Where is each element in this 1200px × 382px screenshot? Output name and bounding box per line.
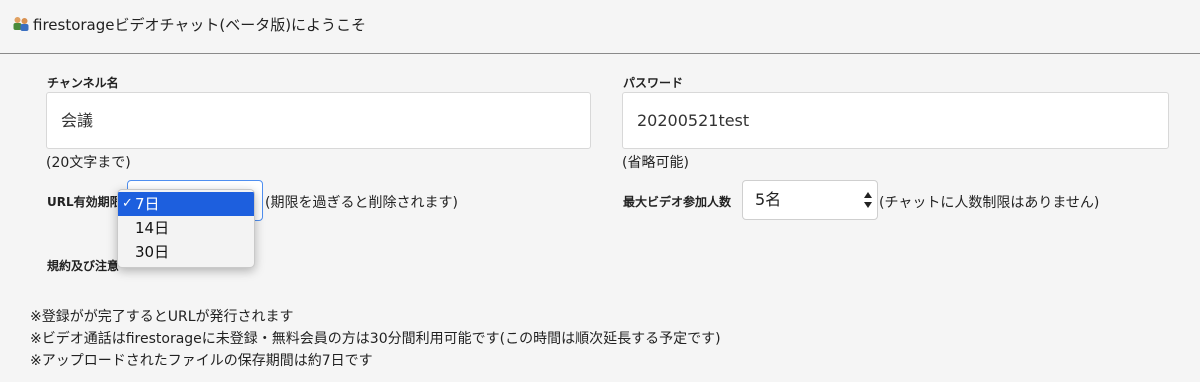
max-participants-label: 最大ビデオ参加人数 xyxy=(623,195,732,209)
dropdown-option-30[interactable]: 30日 xyxy=(118,240,254,264)
dropdown-option-7[interactable]: ✓ 7日 xyxy=(118,192,254,216)
password-hint: (省略可能) xyxy=(622,155,689,171)
dropdown-option-label: 7日 xyxy=(135,195,160,213)
max-participants-note: (チャットに人数制限はありません) xyxy=(879,195,1100,211)
notice-line: ※登録がが完了するとURLが発行されます xyxy=(30,309,294,325)
page-header: firestorageビデオチャット(ベータ版)にようこそ xyxy=(0,0,1200,54)
dropdown-option-label: 14日 xyxy=(135,219,170,237)
max-participants-value: 5名 xyxy=(755,190,782,209)
terms-label: 規約及び注意 xyxy=(47,259,120,273)
channel-name-input[interactable]: 会議 xyxy=(46,92,591,149)
page-title: firestorageビデオチャット(ベータ版)にようこそ xyxy=(33,16,367,34)
max-participants-select[interactable]: 5名 xyxy=(742,180,878,220)
password-input[interactable]: 20200521test xyxy=(622,92,1169,149)
url-validity-label: URL有効期限 xyxy=(47,195,122,209)
dropdown-option-14[interactable]: 14日 xyxy=(118,216,254,240)
notice-line: ※ビデオ通話はfirestorageに未登録・無料会員の方は30分間利用可能です… xyxy=(30,331,721,347)
dropdown-option-label: 30日 xyxy=(135,243,170,261)
url-validity-dropdown[interactable]: ✓ 7日 14日 30日 xyxy=(117,189,255,268)
users-icon xyxy=(13,17,29,31)
select-arrows-icon xyxy=(864,192,872,208)
channel-name-hint: (20文字まで) xyxy=(46,155,131,171)
url-validity-note: (期限を過ぎると削除されます) xyxy=(265,195,458,211)
password-label: パスワード xyxy=(623,76,684,90)
notice-line: ※アップロードされたファイルの保存期間は約7日です xyxy=(30,353,373,369)
channel-name-label: チャンネル名 xyxy=(47,76,119,90)
checkmark-icon: ✓ xyxy=(122,196,133,211)
